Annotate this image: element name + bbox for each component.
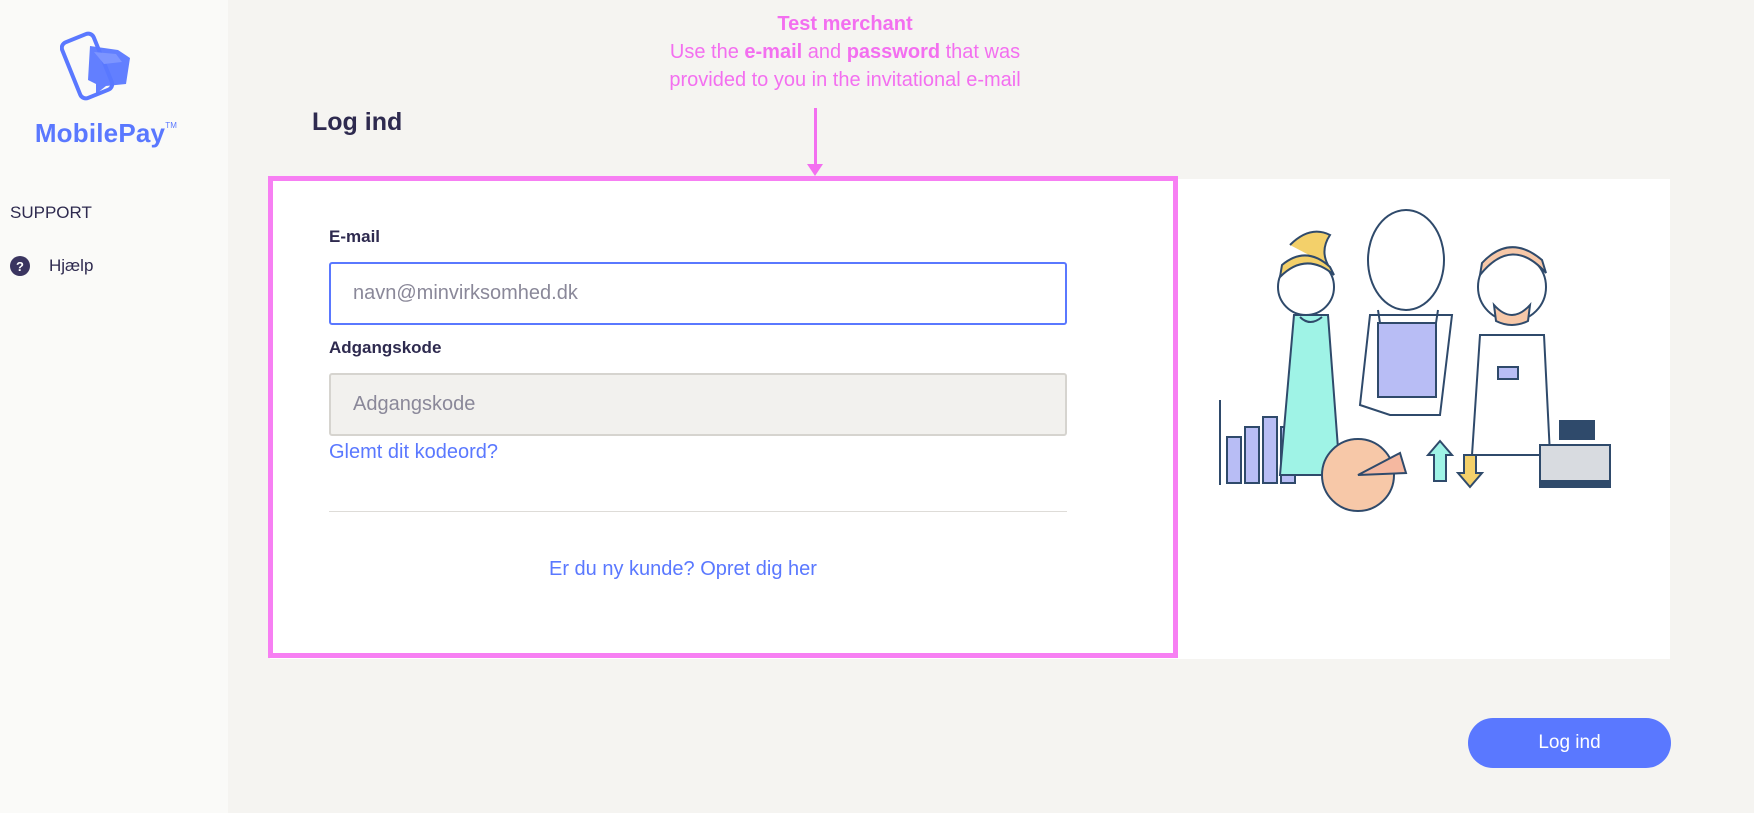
brand-name: MobilePay	[34, 118, 166, 148]
divider	[329, 511, 1067, 512]
password-field[interactable]	[329, 373, 1067, 436]
test-merchant-annotation: Test merchant Use the e-mail and passwor…	[560, 10, 1130, 94]
arrow-head-icon	[807, 164, 823, 176]
annotation-password-bold: password	[846, 41, 941, 63]
mobilepay-logo[interactable]: MobilePayTM	[22, 28, 190, 158]
sidebar: MobilePayTM SUPPORT ? Hjælp	[0, 0, 228, 813]
annotation-arrow	[814, 108, 817, 168]
support-heading: SUPPORT	[10, 203, 92, 222]
annotation-text: that was	[945, 41, 1021, 63]
sidebar-item-help[interactable]: ? Hjælp	[10, 256, 93, 276]
password-label: Adgangskode	[329, 338, 442, 357]
trademark: TM	[165, 121, 178, 130]
mobilepay-wordmark: MobilePayTM	[22, 118, 190, 149]
merchants-illustration	[1219, 209, 1611, 512]
annotation-text: Use the	[669, 41, 739, 63]
sidebar-item-label: Hjælp	[49, 256, 94, 275]
email-label: E-mail	[329, 227, 381, 246]
email-field[interactable]	[329, 262, 1067, 325]
page-title: Log ind	[312, 108, 403, 136]
mobilepay-phone-icon	[60, 31, 130, 101]
signup-link[interactable]: Er du ny kunde? Opret dig her	[549, 558, 817, 581]
login-button[interactable]: Log ind	[1468, 718, 1671, 768]
annotation-text: and	[807, 41, 842, 63]
annotation-line2: provided to you in the invitational e-ma…	[669, 69, 1021, 91]
question-circle-icon: ?	[10, 256, 30, 276]
forgot-password-link[interactable]: Glemt dit kodeord?	[329, 441, 498, 464]
annotation-title: Test merchant	[777, 13, 913, 35]
annotation-email-bold: e-mail	[744, 41, 803, 63]
